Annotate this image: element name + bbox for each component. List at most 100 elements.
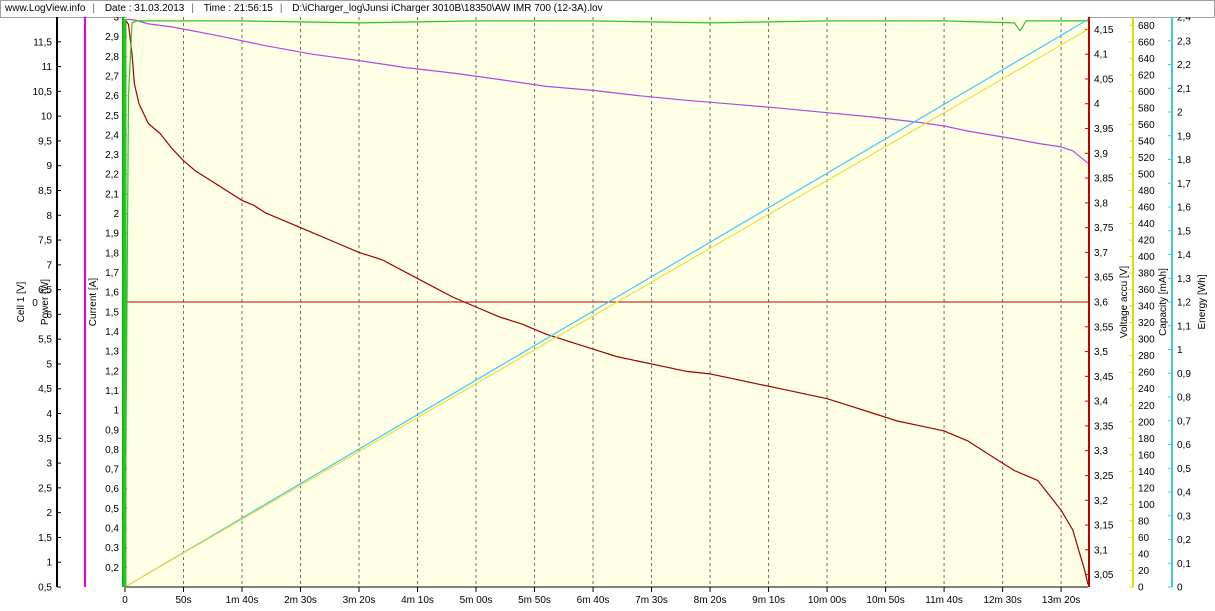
energy-tick-label: 2 — [1177, 108, 1183, 119]
capacity-axis-title: Capacity [mAh] — [1158, 268, 1169, 336]
energy-tick-label: 2,2 — [1177, 60, 1191, 71]
cell1-tick-label: 4 — [46, 409, 52, 420]
energy-tick-label: 0,2 — [1177, 535, 1191, 546]
current-tick-label: 1,8 — [105, 248, 119, 259]
cell1-tick-label: 8 — [46, 211, 52, 222]
capacity-tick-label: 520 — [1138, 153, 1155, 164]
capacity-tick-label: 300 — [1138, 335, 1155, 346]
energy-tick-label: 1,2 — [1177, 298, 1191, 309]
voltage-tick-label: 3,45 — [1094, 372, 1114, 383]
cell1-tick-label: 8,5 — [38, 186, 52, 197]
current-axis-title: Current [A] — [88, 278, 99, 327]
cell1-tick-label: 2,5 — [38, 483, 52, 494]
energy-tick-label: 0,4 — [1177, 488, 1191, 499]
capacity-tick-label: 640 — [1138, 54, 1155, 65]
capacity-tick-label: 240 — [1138, 384, 1155, 395]
energy-tick-label: 2,1 — [1177, 84, 1191, 95]
energy-axis-title: Energy [Wh] — [1197, 274, 1208, 329]
capacity-tick-label: 420 — [1138, 236, 1155, 247]
voltage-tick-label: 3,25 — [1094, 471, 1114, 482]
current-tick-label: 0,5 — [105, 504, 119, 515]
energy-tick-label: 1,8 — [1177, 155, 1191, 166]
capacity-tick-label: 620 — [1138, 70, 1155, 81]
x-tick-label: 13m 20s — [1042, 595, 1080, 606]
voltage-tick-label: 3,15 — [1094, 521, 1114, 532]
energy-tick-label: 0,7 — [1177, 416, 1191, 427]
x-tick-label: 0 — [122, 595, 128, 606]
cell1-tick-label: 0,5 — [38, 583, 52, 594]
capacity-tick-label: 120 — [1138, 483, 1155, 494]
energy-tick-label: 1,9 — [1177, 131, 1191, 142]
current-tick-label: 2,6 — [105, 91, 119, 102]
cell1-tick-label: 10 — [41, 112, 53, 123]
current-tick-label: 1,5 — [105, 307, 119, 318]
current-tick-label: 2,1 — [105, 189, 119, 200]
voltage-tick-label: 3,8 — [1094, 198, 1108, 209]
cell1-tick-label: 3,5 — [38, 434, 52, 445]
voltage-tick-label: 3,1 — [1094, 545, 1108, 556]
separator: | — [279, 3, 283, 14]
current-tick-label: 2,4 — [105, 130, 119, 141]
current-tick-label: 2,3 — [105, 150, 119, 161]
energy-tick-label: 1,7 — [1177, 179, 1191, 190]
voltage-axis-title: Voltage accu [V] — [1119, 266, 1130, 338]
site-label[interactable]: www.LogView.info — [1, 1, 89, 17]
capacity-tick-label: 60 — [1138, 533, 1150, 544]
energy-tick-label: 0,1 — [1177, 559, 1191, 570]
capacity-tick-label: 600 — [1138, 87, 1155, 98]
capacity-tick-label: 680 — [1138, 21, 1155, 32]
x-tick-label: 50s — [175, 595, 191, 606]
voltage-tick-label: 4,1 — [1094, 50, 1108, 61]
capacity-tick-label: 280 — [1138, 351, 1155, 362]
cell1-axis-title: Cell 1 [V] — [16, 281, 27, 322]
power-axis-title: Power [W] — [40, 279, 51, 325]
current-tick-label: 2,9 — [105, 32, 119, 43]
energy-tick-label: 0,5 — [1177, 464, 1191, 475]
x-tick-label: 9m 10s — [752, 595, 785, 606]
energy-tick-label: 1,5 — [1177, 226, 1191, 237]
current-tick-label: 1,2 — [105, 366, 119, 377]
voltage-tick-label: 4 — [1094, 99, 1100, 110]
cell1-tick-label: 1,5 — [38, 533, 52, 544]
cell1-tick-label: 1 — [46, 558, 52, 569]
capacity-tick-label: 220 — [1138, 401, 1155, 412]
voltage-tick-label: 3,35 — [1094, 421, 1114, 432]
energy-tick-label: 1,4 — [1177, 250, 1191, 261]
energy-tick-label: 0 — [1177, 583, 1183, 594]
x-tick-label: 5m 00s — [460, 595, 493, 606]
current-tick-label: 1,6 — [105, 288, 119, 299]
capacity-tick-label: 40 — [1138, 549, 1150, 560]
capacity-tick-label: 160 — [1138, 450, 1155, 461]
current-tick-label: 0,6 — [105, 484, 119, 495]
current-tick-label: 2,5 — [105, 111, 119, 122]
voltage-tick-label: 3,95 — [1094, 124, 1114, 135]
current-tick-label: 0,3 — [105, 543, 119, 554]
capacity-tick-label: 100 — [1138, 500, 1155, 511]
current-tick-label: 0,2 — [105, 563, 119, 574]
capacity-tick-label: 80 — [1138, 516, 1150, 527]
capacity-tick-label: 440 — [1138, 219, 1155, 230]
energy-tick-label: 0,3 — [1177, 511, 1191, 522]
capacity-tick-label: 660 — [1138, 37, 1155, 48]
cell1-tick-label: 11 — [42, 62, 53, 73]
x-tick-label: 8m 20s — [694, 595, 727, 606]
x-tick-label: 2m 30s — [284, 595, 317, 606]
capacity-tick-label: 400 — [1138, 252, 1155, 263]
cell1-mid-label: 0 — [32, 298, 38, 309]
voltage-tick-label: 3,65 — [1094, 273, 1114, 284]
energy-tick-label: 0,8 — [1177, 393, 1191, 404]
cell1-tick-label: 4,5 — [38, 384, 52, 395]
log-chart: 0 50s 1m 40s 2m 30s 3m 20s 4m 10s 5m 00s 5m 50s… — [16, 17, 1208, 606]
current-tick-label: 0,8 — [105, 445, 119, 456]
capacity-tick-label: 260 — [1138, 368, 1155, 379]
date-label: Date : 31.03.2013 — [104, 3, 185, 14]
capacity-tick-label: 180 — [1138, 434, 1155, 445]
voltage-tick-label: 3,5 — [1094, 347, 1108, 358]
cell1-tick-label: 9,5 — [38, 136, 52, 147]
cell1-tick-label: 9 — [46, 161, 52, 172]
x-tick-label: 5m 50s — [518, 595, 551, 606]
cell1-tick-label: 3 — [46, 459, 52, 470]
capacity-tick-label: 20 — [1138, 566, 1150, 577]
current-tick-label: 1,1 — [105, 386, 119, 397]
cell1-tick-label: 11,5 — [33, 37, 52, 48]
